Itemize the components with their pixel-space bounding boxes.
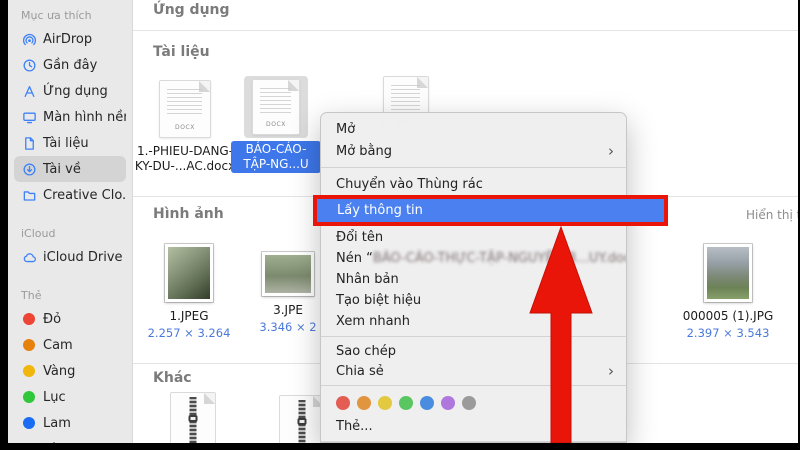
tag-dot-green-icon [23, 391, 35, 403]
sidebar-item-airdrop[interactable]: AirDrop [14, 26, 126, 52]
sidebar-item-label: Creative Clo... [43, 187, 126, 203]
docx-file-icon: DOCX [252, 79, 300, 135]
photo-thumbnail [704, 244, 752, 302]
photo-thumbnail [165, 244, 213, 302]
sidebar-item-label: Tía [43, 442, 63, 444]
sidebar-tag-orange[interactable]: Cam [14, 332, 126, 358]
tag-color-blue[interactable] [420, 396, 434, 410]
sidebar-item-label: Tài về [43, 161, 81, 177]
section-divider [133, 30, 798, 31]
cloud-icon [21, 249, 37, 265]
file-name: 1.-PHIEU-DANG- KY-DU-...AC.docx [134, 144, 236, 173]
file-zip-2[interactable] [279, 395, 325, 443]
file-docx-1[interactable]: DOCX 1.-PHIEU-DANG- KY-DU-...AC.docx [135, 78, 235, 174]
docx-badge-label: DOCX [174, 124, 196, 131]
tag-color-green[interactable] [399, 396, 413, 410]
sidebar-item-downloads[interactable]: Tài về [14, 156, 126, 182]
menu-item-get-info[interactable]: Lấy thông tin [317, 199, 664, 222]
tag-color-red[interactable] [336, 396, 350, 410]
menu-item-open[interactable]: Mở [321, 118, 626, 140]
airdrop-icon [21, 31, 37, 47]
tag-color-yellow[interactable] [378, 396, 392, 410]
sidebar-item-label: Cam [43, 337, 73, 353]
tag-dot-red-icon [23, 313, 35, 325]
sidebar-item-label: Vàng [43, 363, 76, 379]
image-dimensions: 2.397 × 3.543 [686, 326, 770, 340]
clock-icon [21, 57, 37, 73]
file-image-3[interactable]: 000005 (1).JPG 2.397 × 3.543 [683, 244, 773, 340]
image-dimensions: 3.346 × 2 [259, 320, 317, 334]
sidebar-item-recents[interactable]: Gần đây [14, 52, 126, 78]
download-icon [21, 161, 37, 177]
sidebar-item-creative-cloud[interactable]: Creative Clo... [14, 182, 126, 208]
folder-icon [21, 187, 37, 203]
sidebar-item-label: Gần đây [43, 57, 98, 73]
file-name: 1.JPEG [169, 309, 209, 323]
sidebar-item-label: Lam [43, 415, 71, 431]
tag-dot-orange-icon [23, 339, 35, 351]
sidebar-tag-blue[interactable]: Lam [14, 410, 126, 436]
sidebar-tag-red[interactable]: Đỏ [14, 306, 126, 332]
sidebar: Mục ưa thích AirDrop Gần đây Ứng dụng Mà… [8, 0, 133, 443]
sidebar-item-label: Tài liệu [43, 135, 89, 151]
file-image-2[interactable]: 3.JPE 3.346 × 2 [251, 244, 325, 334]
sidebar-item-label: Lục [43, 389, 66, 405]
docx-file-icon: DOCX [159, 80, 211, 138]
sidebar-section-favorites: Mục ưa thích [21, 9, 92, 22]
sidebar-item-documents[interactable]: Tài liệu [14, 130, 126, 156]
tag-dot-blue-icon [23, 417, 35, 429]
show-all-link[interactable]: Hiển thị tấ [746, 208, 798, 222]
file-image-1[interactable]: 1.JPEG 2.257 × 3.264 [147, 244, 231, 340]
file-name: 3.JPE [273, 303, 303, 317]
tag-color-purple[interactable] [441, 396, 455, 410]
sidebar-item-label: AirDrop [43, 31, 93, 47]
tag-dot-yellow-icon [23, 365, 35, 377]
sidebar-item-desktop[interactable]: Màn hình nền [14, 104, 126, 130]
file-docx-selected[interactable]: DOCX BÁO-CÁO- TẬP-NG...U [230, 76, 322, 173]
menu-item-move-to-trash[interactable]: Chuyển vào Thùng rác [321, 173, 626, 195]
sidebar-tag-green[interactable]: Lục [14, 384, 126, 410]
sidebar-item-label: Ứng dụng [43, 83, 108, 99]
section-header-other: Khác [153, 370, 192, 386]
applications-icon [21, 83, 37, 99]
annotation-arrow-icon [529, 225, 593, 443]
sidebar-item-label: Màn hình nền [43, 109, 126, 125]
section-header-images: Hình ảnh [153, 206, 224, 222]
selected-icon-background: DOCX [244, 76, 308, 138]
desktop-icon [21, 109, 37, 125]
tag-color-gray[interactable] [462, 396, 476, 410]
file-zip-1[interactable] [170, 392, 216, 443]
submenu-chevron-icon: › [608, 141, 614, 160]
photo-thumbnail [262, 251, 314, 296]
tag-color-orange[interactable] [357, 396, 371, 410]
sidebar-item-applications[interactable]: Ứng dụng [14, 78, 126, 104]
document-icon [21, 135, 37, 151]
sidebar-item-icloud-drive[interactable]: iCloud Drive [14, 244, 126, 270]
sidebar-item-label: Đỏ [43, 311, 62, 327]
sidebar-tag-purple[interactable]: Tía [14, 436, 126, 444]
sidebar-tag-yellow[interactable]: Vàng [14, 358, 126, 384]
file-name: 000005 (1).JPG [682, 309, 774, 323]
section-header-documents: Tài liệu [153, 44, 210, 60]
selected-file-name: BÁO-CÁO- TẬP-NG...U [231, 141, 321, 173]
image-dimensions: 2.257 × 3.264 [147, 326, 231, 340]
menu-separator [321, 167, 626, 168]
sidebar-item-label: iCloud Drive [43, 249, 123, 265]
sidebar-section-icloud: iCloud [21, 227, 56, 240]
sidebar-section-tags: Thẻ [21, 289, 42, 302]
section-header-apps: Ứng dụng [153, 2, 230, 18]
finder-window: Mục ưa thích AirDrop Gần đây Ứng dụng Mà… [8, 0, 798, 443]
annotation-highlight-box: Lấy thông tin [313, 195, 668, 226]
submenu-chevron-icon: › [608, 361, 614, 380]
docx-badge-label: DOCX [265, 121, 287, 128]
menu-item-open-with[interactable]: Mở bằng › [321, 140, 626, 162]
